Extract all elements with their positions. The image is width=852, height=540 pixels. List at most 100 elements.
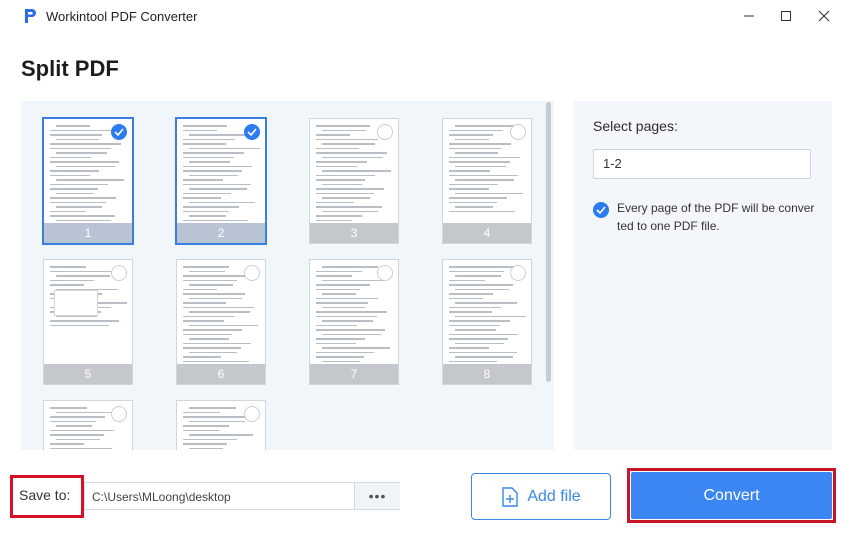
page-select-checkbox[interactable]	[244, 265, 260, 281]
page-number: 8	[443, 364, 531, 384]
text-line	[183, 342, 251, 344]
text-line	[316, 147, 359, 149]
text-line	[50, 210, 87, 212]
text-line	[316, 206, 383, 208]
page-select-checkbox[interactable]	[510, 124, 526, 140]
page-thumbnail[interactable]: 8	[442, 259, 532, 385]
page-thumbnail[interactable]: 3	[309, 118, 399, 244]
text-line	[316, 134, 351, 136]
text-line	[50, 156, 92, 158]
page-select-checkbox[interactable]	[111, 124, 127, 140]
text-line	[50, 215, 115, 217]
convert-button[interactable]: Convert	[631, 472, 832, 519]
minimize-button[interactable]	[734, 4, 764, 28]
checkmark-icon	[596, 206, 606, 214]
save-path-field[interactable]: C:\Users\MLoong\desktop •••	[84, 482, 400, 510]
text-line	[183, 288, 218, 290]
options-panel: Select pages: 1-2 Every page of the PDF …	[574, 101, 832, 450]
text-line	[189, 434, 253, 436]
text-line	[56, 425, 92, 427]
text-line	[183, 302, 226, 304]
text-line	[183, 347, 241, 349]
text-line	[189, 201, 256, 203]
text-line	[316, 338, 366, 340]
text-line	[189, 284, 234, 286]
text-line	[449, 338, 509, 340]
text-line	[183, 156, 234, 158]
text-line	[316, 324, 358, 326]
text-line	[449, 134, 494, 136]
text-line	[183, 416, 249, 418]
text-line	[183, 306, 254, 308]
text-line	[183, 197, 221, 199]
page-select-checkbox[interactable]	[377, 124, 393, 140]
text-line	[183, 329, 243, 331]
text-line	[183, 315, 234, 317]
page-select-checkbox[interactable]	[111, 265, 127, 281]
more-dots-icon: •••	[368, 488, 387, 504]
text-line	[50, 284, 85, 286]
text-line	[449, 347, 489, 349]
page-number: 3	[310, 223, 398, 243]
select-pages-input[interactable]: 1-2	[593, 149, 811, 179]
text-line	[183, 129, 218, 131]
text-line	[50, 183, 108, 185]
text-line	[183, 333, 233, 335]
text-line	[189, 270, 225, 272]
text-line	[455, 206, 494, 208]
page-thumbnail[interactable]: 6	[176, 259, 266, 385]
text-line	[50, 201, 107, 203]
text-line	[322, 333, 382, 335]
maximize-icon	[781, 11, 791, 21]
text-line	[183, 443, 228, 445]
page-thumbnail[interactable]: 2	[176, 118, 266, 244]
page-select-checkbox[interactable]	[244, 124, 260, 140]
page-thumbnail[interactable]: 7	[309, 259, 399, 385]
text-line	[449, 320, 510, 322]
page-thumbnail[interactable]	[43, 400, 133, 450]
page-thumbnail[interactable]: 1	[43, 118, 133, 244]
text-line	[449, 210, 516, 212]
text-line	[322, 266, 378, 268]
text-line	[183, 170, 243, 172]
text-line	[56, 275, 111, 277]
text-line	[449, 360, 497, 362]
text-line	[50, 447, 113, 449]
text-line	[50, 443, 85, 445]
text-line	[183, 360, 250, 362]
text-line	[50, 174, 90, 176]
maximize-button[interactable]	[771, 4, 801, 28]
add-file-button[interactable]: Add file	[471, 473, 611, 520]
text-line	[322, 279, 386, 281]
page-select-checkbox[interactable]	[244, 406, 260, 422]
text-line	[50, 416, 106, 418]
text-line	[189, 147, 260, 149]
every-page-checkbox[interactable]	[593, 202, 609, 218]
browse-folder-button[interactable]: •••	[354, 483, 400, 509]
minimize-icon	[744, 15, 754, 17]
close-button[interactable]	[809, 4, 839, 28]
text-line	[455, 315, 526, 317]
page-thumbnail[interactable]	[176, 400, 266, 450]
page-number: 4	[443, 223, 531, 243]
text-line	[183, 438, 237, 440]
text-line	[449, 147, 502, 149]
text-line	[316, 125, 370, 127]
text-line	[56, 206, 103, 208]
text-line	[50, 320, 120, 322]
text-line	[455, 179, 515, 181]
thumbnail-scrollbar[interactable]	[546, 102, 551, 382]
text-line	[183, 279, 237, 281]
text-line	[56, 192, 95, 194]
text-line	[183, 320, 225, 322]
text-line	[316, 342, 356, 344]
page-select-checkbox[interactable]	[510, 265, 526, 281]
page-thumbnail[interactable]: 4	[442, 118, 532, 244]
text-line	[449, 266, 515, 268]
page-select-checkbox[interactable]	[111, 406, 127, 422]
text-line	[183, 293, 246, 295]
page-thumbnail[interactable]: 5	[43, 259, 133, 385]
text-line	[183, 275, 247, 277]
text-line	[183, 183, 251, 185]
page-select-checkbox[interactable]	[377, 265, 393, 281]
